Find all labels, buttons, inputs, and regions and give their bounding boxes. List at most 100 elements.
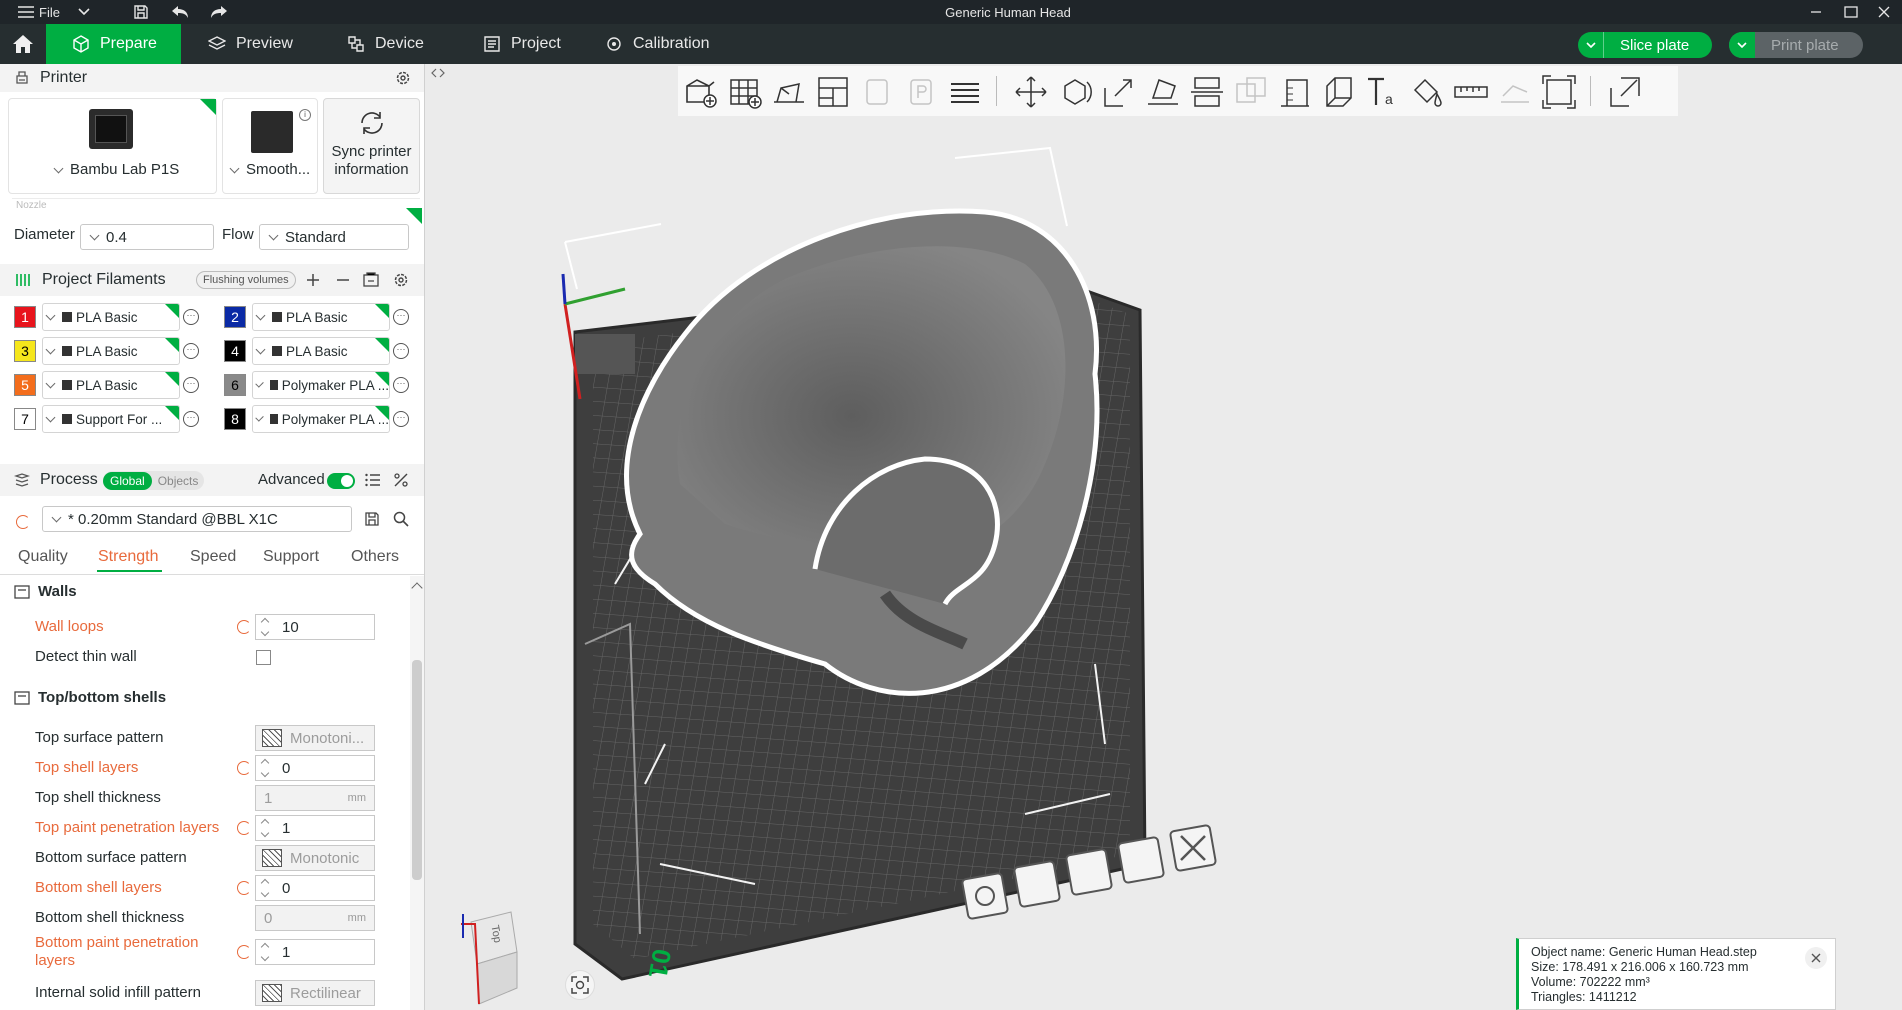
gear-icon[interactable]	[395, 70, 411, 86]
reset-icon[interactable]	[16, 515, 30, 529]
filament-color-3[interactable]: 3	[14, 340, 36, 362]
plate-selector[interactable]: Smooth...	[227, 161, 310, 178]
undo-button[interactable]	[171, 0, 189, 24]
selected-corner	[375, 372, 389, 386]
more-options-icon[interactable]: ···	[393, 411, 409, 427]
detect-thin-wall-checkbox[interactable]	[256, 650, 271, 665]
filament-color-5[interactable]: 5	[14, 374, 36, 396]
more-options-icon[interactable]: ···	[393, 343, 409, 359]
filament-color-6[interactable]: 6	[224, 374, 246, 396]
filament-select-5[interactable]: PLA Basic	[42, 371, 180, 399]
gear-icon[interactable]	[393, 272, 409, 288]
tab-strength[interactable]: Strength	[98, 548, 158, 566]
print-dropdown[interactable]	[1729, 32, 1755, 58]
search-icon[interactable]	[393, 511, 409, 527]
reset-icon[interactable]	[237, 821, 251, 835]
filament-select-8[interactable]: Polymaker PLA ...	[252, 405, 390, 433]
close-info-button[interactable]	[1805, 947, 1827, 969]
stepper-icon[interactable]	[260, 875, 272, 901]
bottom-surface-pattern-field[interactable]: Monotonic	[255, 845, 375, 871]
close-window-button[interactable]	[1878, 0, 1890, 24]
top-shell-thickness-field[interactable]: 1 mm	[255, 785, 375, 811]
home-button[interactable]	[0, 24, 46, 64]
reset-icon[interactable]	[237, 620, 251, 634]
more-options-icon[interactable]: ···	[393, 309, 409, 325]
view-cube[interactable]: Top	[441, 904, 551, 1008]
slice-dropdown[interactable]	[1578, 32, 1604, 58]
reset-icon[interactable]	[237, 881, 251, 895]
wall-loops-field[interactable]: 10	[255, 614, 375, 640]
menu-button[interactable]: File	[18, 0, 60, 24]
tab-project[interactable]: Project	[483, 24, 561, 64]
top-shell-layers-field[interactable]: 0	[255, 755, 375, 781]
tab-support[interactable]: Support	[263, 548, 319, 566]
more-options-icon[interactable]: ···	[393, 377, 409, 393]
reset-icon[interactable]	[237, 945, 251, 959]
stepper-icon[interactable]	[260, 939, 272, 965]
print-plate-button[interactable]: Print plate	[1729, 32, 1863, 58]
filament-select-1[interactable]: PLA Basic	[42, 303, 180, 331]
bottom-paint-penetration-field[interactable]: 1	[255, 939, 375, 965]
more-options-icon[interactable]: ···	[183, 377, 199, 393]
bottom-shell-layers-field[interactable]: 0	[255, 875, 375, 901]
bottom-shell-thickness-field[interactable]: 0 mm	[255, 905, 375, 931]
top-paint-penetration-field[interactable]: 1	[255, 815, 375, 841]
add-icon[interactable]	[306, 273, 320, 287]
objects-option[interactable]: Objects	[152, 472, 205, 490]
more-options-icon[interactable]: ···	[183, 309, 199, 325]
more-options-icon[interactable]: ···	[183, 411, 199, 427]
advanced-toggle[interactable]	[327, 473, 355, 489]
percent-icon[interactable]	[393, 472, 409, 488]
plate-card[interactable]: i Smooth...	[222, 98, 318, 194]
save-button[interactable]	[133, 0, 149, 24]
filament-color-2[interactable]: 2	[224, 306, 246, 328]
tab-prepare[interactable]: Prepare	[46, 24, 181, 64]
stepper-icon[interactable]	[260, 815, 272, 841]
top-surface-pattern-field[interactable]: Monotoni...	[255, 725, 375, 751]
file-menu-dropdown[interactable]	[78, 0, 90, 24]
tab-quality[interactable]: Quality	[18, 548, 68, 566]
stepper-icon[interactable]	[260, 755, 272, 781]
tab-speed[interactable]: Speed	[190, 548, 236, 566]
stepper-icon[interactable]	[260, 614, 272, 640]
filament-color-7[interactable]: 7	[14, 408, 36, 430]
tab-device[interactable]: Device	[347, 24, 424, 64]
diameter-select[interactable]: 0.4	[80, 224, 214, 250]
flushing-volumes-button[interactable]: Flushing volumes	[196, 271, 296, 289]
filament-color-4[interactable]: 4	[224, 340, 246, 362]
internal-solid-infill-pattern-field[interactable]: Rectilinear	[255, 980, 375, 1006]
info-icon[interactable]: i	[299, 109, 311, 121]
scrollbar-thumb[interactable]	[412, 660, 422, 880]
settings-scrollbar[interactable]	[410, 576, 424, 1010]
camera-view-button[interactable]	[565, 970, 595, 1000]
filament-select-3[interactable]: PLA Basic	[42, 337, 180, 365]
printer-card[interactable]: Bambu Lab P1S	[8, 98, 217, 194]
slice-plate-button[interactable]: Slice plate	[1578, 32, 1712, 58]
list-icon[interactable]	[365, 473, 381, 487]
maximize-button[interactable]	[1844, 0, 1858, 24]
filament-color-8[interactable]: 8	[224, 408, 246, 430]
printer-selector[interactable]: Bambu Lab P1S	[51, 161, 179, 178]
filament-select-4[interactable]: PLA Basic	[252, 337, 390, 365]
process-preset-select[interactable]: * 0.20mm Standard @BBL X1C	[42, 506, 352, 532]
filament-select-7[interactable]: Support For ...	[42, 405, 180, 433]
flow-select[interactable]: Standard	[259, 224, 409, 250]
remove-icon[interactable]	[336, 273, 350, 287]
filament-select-6[interactable]: Polymaker PLA ...	[252, 371, 390, 399]
minimize-button[interactable]	[1810, 0, 1822, 24]
save-icon[interactable]	[364, 511, 380, 527]
global-objects-toggle[interactable]: Global Objects	[103, 471, 205, 490]
tab-calibration[interactable]: Calibration	[605, 24, 709, 64]
camera-icon	[571, 976, 589, 994]
tab-others[interactable]: Others	[351, 548, 399, 566]
filament-color-1[interactable]: 1	[14, 306, 36, 328]
more-options-icon[interactable]: ···	[183, 343, 199, 359]
tab-preview[interactable]: Preview	[208, 24, 293, 64]
reset-icon[interactable]	[237, 761, 251, 775]
filament-select-2[interactable]: PLA Basic	[252, 303, 390, 331]
global-option[interactable]: Global	[103, 471, 152, 490]
sync-printer-button[interactable]: Sync printer information	[323, 98, 420, 194]
ams-sync-icon[interactable]	[363, 272, 379, 288]
3d-viewport[interactable]: a 01 Top Object name: Generic Human Head…	[425, 64, 1902, 1010]
redo-button[interactable]	[210, 0, 228, 24]
